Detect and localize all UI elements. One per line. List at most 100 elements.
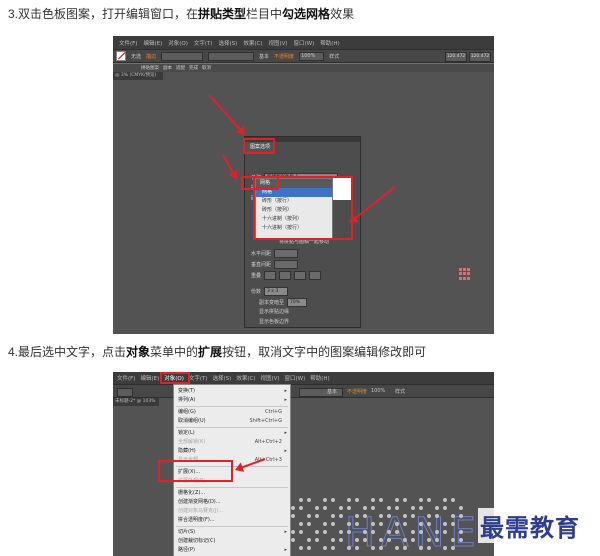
brush-field[interactable] bbox=[208, 51, 255, 61]
pattern-dot bbox=[379, 514, 383, 518]
menu-file[interactable]: 文件(F) bbox=[117, 374, 135, 382]
menu-type[interactable]: 文字(T) bbox=[194, 39, 213, 47]
object-menu-item[interactable]: 拼合透明度(F)... bbox=[174, 516, 290, 525]
stroke-field[interactable] bbox=[161, 51, 204, 61]
style-label: 样式 bbox=[395, 389, 406, 395]
style-label: 样式 bbox=[329, 53, 340, 60]
menu-window[interactable]: 窗口(W) bbox=[294, 39, 315, 47]
submenu-arrow-icon: ▸ bbox=[284, 547, 287, 553]
object-menu-item[interactable]: 排列(A) ▸ bbox=[174, 396, 290, 405]
object-menu-item[interactable]: 锁定(L) ▸ bbox=[174, 429, 290, 438]
menu-help[interactable]: 帮助(H) bbox=[320, 39, 339, 47]
menu-effect[interactable]: 效果(C) bbox=[236, 374, 255, 382]
pattern-dot bbox=[387, 530, 391, 534]
fill-swatch-icon[interactable] bbox=[116, 51, 126, 61]
menu-effect[interactable]: 效果(C) bbox=[243, 39, 262, 47]
height-field[interactable]: 120.472 bbox=[469, 52, 491, 62]
stroke-label[interactable]: 描边 bbox=[146, 53, 156, 60]
dim-copies-field[interactable]: 70% bbox=[287, 298, 308, 307]
menu-item-label: 锁定(L) bbox=[178, 430, 195, 436]
pattern-dot bbox=[291, 514, 295, 518]
show-swatch-bounds-option[interactable]: 显示色板边界 bbox=[259, 318, 289, 325]
pattern-dot bbox=[411, 514, 415, 518]
object-menu-item[interactable]: 栅格化(Z)... bbox=[174, 489, 290, 498]
done-button[interactable]: 完成 bbox=[189, 65, 198, 71]
pattern-dot bbox=[403, 522, 407, 526]
opacity-field[interactable]: 100% bbox=[299, 51, 325, 61]
object-menu-item[interactable]: 创建对象马赛克(J)... bbox=[174, 507, 290, 516]
menu-help[interactable]: 帮助(H) bbox=[310, 374, 329, 382]
overlap-right-button[interactable] bbox=[279, 271, 292, 280]
v-spacing-field[interactable] bbox=[274, 260, 299, 269]
document-tab[interactable]: 未标题-2* @ 103% bbox=[113, 398, 159, 406]
pattern-dot bbox=[315, 538, 319, 542]
menu-item-label: 编组(G) bbox=[178, 409, 196, 415]
submenu-arrow-icon: ▸ bbox=[284, 448, 287, 454]
menu-edit[interactable]: 编辑(E) bbox=[143, 39, 162, 47]
pattern-dot bbox=[371, 530, 375, 534]
menu-view[interactable]: 视图(V) bbox=[268, 39, 287, 47]
fill-swatch-icon[interactable] bbox=[117, 388, 133, 397]
overlap-top-button[interactable] bbox=[294, 271, 307, 280]
menu-window[interactable]: 窗口(W) bbox=[285, 374, 306, 382]
menu-type[interactable]: 文字(T) bbox=[189, 374, 208, 382]
pattern-dot bbox=[355, 498, 359, 502]
pattern-dot bbox=[419, 522, 423, 526]
object-menu-item[interactable]: 取消编组(U) Shift+Ctrl+G bbox=[174, 417, 290, 426]
width-field[interactable]: 120.472 bbox=[445, 52, 467, 62]
menu-edit[interactable]: 编辑(E) bbox=[140, 374, 159, 382]
pattern-dot bbox=[339, 538, 343, 542]
copies-select[interactable]: 3 x 3 bbox=[264, 287, 289, 296]
pattern-dot bbox=[323, 546, 327, 550]
menu-file[interactable]: 文件(F) bbox=[119, 39, 137, 47]
pattern-dot bbox=[371, 522, 375, 526]
pattern-dot bbox=[291, 538, 295, 542]
object-menu-item[interactable]: 全部解锁(K) Alt+Ctrl+2 bbox=[174, 438, 290, 447]
dim-copies-option[interactable]: 副本变暗至 bbox=[259, 299, 284, 306]
pattern-dot bbox=[427, 538, 431, 542]
show-tile-edge-option[interactable]: 显示拼贴边缘 bbox=[259, 308, 289, 315]
menu-select[interactable]: 选择(S) bbox=[219, 39, 238, 47]
pattern-dot bbox=[451, 514, 455, 518]
menu-object[interactable]: 对象(O) bbox=[168, 39, 188, 47]
coords-group: 120.472 120.472 bbox=[445, 52, 491, 62]
menu-item-label: 全部解锁(K) bbox=[178, 439, 206, 445]
pattern-dot bbox=[379, 498, 383, 502]
menu-item-label: 取消编组(U) bbox=[178, 418, 206, 424]
pattern-dot bbox=[395, 506, 399, 510]
object-menu-item[interactable]: 路径(P) ▸ bbox=[174, 546, 290, 555]
cancel-button[interactable]: 取消 bbox=[202, 65, 211, 71]
opacity-label[interactable]: 不透明度 bbox=[274, 53, 294, 60]
pattern-dot bbox=[419, 506, 423, 510]
menu-select[interactable]: 选择(S) bbox=[213, 374, 232, 382]
caption-text: 效果 bbox=[330, 7, 355, 21]
overlap-left-button[interactable] bbox=[264, 271, 277, 280]
control-bar: 基本 不透明度 100% 样式 bbox=[113, 384, 494, 398]
pattern-dot bbox=[347, 546, 351, 550]
h-spacing-label: 水平间距 bbox=[251, 251, 272, 257]
overlap-bottom-button[interactable] bbox=[309, 271, 322, 280]
menu-separator bbox=[176, 406, 288, 407]
object-menu-item[interactable]: 创建渐变网格(D)... bbox=[174, 498, 290, 507]
document-tab[interactable]: @ 3% (CMYK/预览) bbox=[113, 72, 163, 80]
pattern-dot bbox=[459, 506, 463, 510]
no-selection-label: 无选 bbox=[131, 53, 142, 60]
pattern-dot bbox=[355, 514, 359, 518]
watermark-logo: 最需教育 bbox=[478, 508, 582, 543]
menu-view[interactable]: 视图(V) bbox=[260, 374, 279, 382]
object-menu-item[interactable]: 切片(S) ▸ bbox=[174, 528, 290, 537]
opacity-field[interactable]: 100% bbox=[371, 388, 385, 394]
object-menu-item[interactable]: 编组(G) Ctrl+G bbox=[174, 408, 290, 417]
illustrator-object-menu-screenshot: 文件(F) 编辑(E) 对象(O) 文字(T) 选择(S) 效果(C) 视图(V… bbox=[113, 372, 494, 556]
menu-separator bbox=[176, 526, 288, 527]
pattern-dot bbox=[315, 506, 319, 510]
h-spacing-field[interactable] bbox=[274, 249, 299, 258]
menu-item-label: 创建对象马赛克(J)... bbox=[178, 508, 224, 514]
object-menu-item[interactable]: 隐藏(H) ▸ bbox=[174, 447, 290, 456]
pattern-dot bbox=[427, 498, 431, 502]
object-menu-item[interactable]: 变换(T) ▸ bbox=[174, 387, 290, 396]
object-menu-item[interactable]: 创建裁切标记(C) bbox=[174, 537, 290, 546]
pattern-dot bbox=[339, 514, 343, 518]
opacity-label[interactable]: 不透明度 bbox=[347, 388, 367, 395]
pattern-dot bbox=[323, 506, 327, 510]
